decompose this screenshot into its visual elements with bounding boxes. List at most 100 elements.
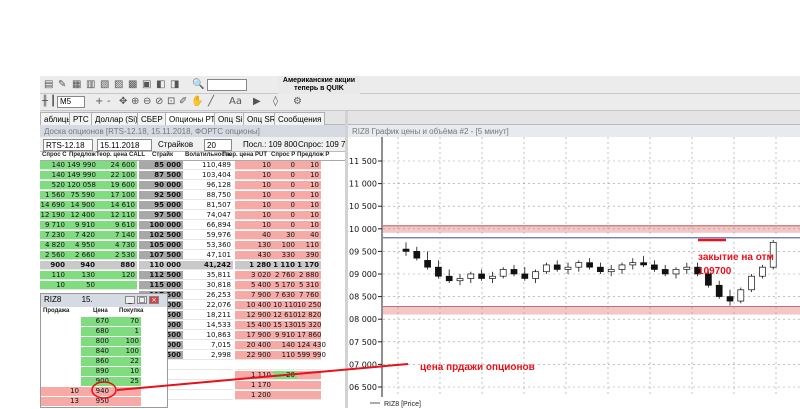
search-input[interactable] (207, 79, 247, 91)
tab-rts[interactable]: РТС (69, 112, 93, 125)
cell-buy[interactable]: 1 (111, 327, 141, 336)
cell-ct[interactable]: 22 100 (97, 171, 137, 180)
cell-price[interactable]: 680 (81, 327, 111, 336)
cell-pt[interactable]: 10 (235, 211, 273, 220)
cell-pa[interactable]: 110 (297, 241, 321, 250)
toolbar-icon[interactable]: ◨ (170, 78, 179, 92)
table-row[interactable]: 1 560 75 590 17 100 92 500 88,750 10 0 10 (40, 191, 345, 201)
cell-pa[interactable]: 10 250 (297, 301, 322, 310)
cell-k[interactable]: 107 500 (139, 251, 183, 260)
cell-buy[interactable] (111, 397, 141, 406)
cell-k[interactable]: 97 500 (139, 211, 183, 220)
cell-v[interactable] (183, 381, 233, 390)
search-icon[interactable]: 🔍 (192, 78, 204, 92)
cell-v[interactable]: 7,015 (183, 341, 233, 350)
cell-pb[interactable]: 10 110 (273, 301, 298, 310)
cell-buy[interactable]: 22 (111, 357, 141, 366)
toolbar-icon[interactable]: ▥ (86, 78, 95, 92)
interval-select[interactable]: M5 (57, 96, 85, 108)
cell-buy[interactable]: 100 (111, 347, 141, 356)
cell-v[interactable]: 35,811 (183, 271, 233, 280)
cell-k[interactable]: 102 500 (139, 231, 183, 240)
cell-pa[interactable]: 10 (297, 201, 321, 210)
cell-pb[interactable] (273, 381, 297, 390)
cell-ca[interactable]: 50 (67, 281, 97, 290)
cell-v[interactable]: 66,894 (183, 221, 233, 230)
cell-pb[interactable]: 0 (273, 161, 297, 170)
cell-pb[interactable] (273, 361, 297, 370)
cell-pa[interactable]: 10 (297, 191, 321, 200)
list-item[interactable]: 670 70 (41, 317, 167, 327)
cell-price[interactable]: 800 (81, 337, 111, 346)
cell-pt[interactable]: 1 170 (235, 381, 273, 390)
cell-pa[interactable]: 10 (297, 171, 321, 180)
table-row[interactable]: 2 560 2 660 2 530 107 500 47,101 430 330 390 (40, 251, 345, 261)
cell-v[interactable] (183, 371, 233, 380)
minus-icon[interactable]: - (107, 95, 111, 109)
pencil-icon[interactable]: ✐ (179, 95, 187, 109)
cell-pb[interactable]: 5 170 (273, 281, 297, 290)
cell-price[interactable]: 900 (81, 377, 111, 386)
cell-v[interactable]: 81,507 (183, 201, 233, 210)
cell-v[interactable]: 59,976 (183, 231, 233, 240)
table-row[interactable]: 140 149 990 22 100 87 500 103,404 10 0 10 (40, 171, 345, 181)
cell-ct[interactable]: 19 600 (97, 181, 137, 190)
chart-window-title[interactable]: RIZ8 График цены и объёма #2 - [5 минут] (348, 125, 800, 137)
instrument-select[interactable]: RTS-12.18 (43, 139, 93, 151)
cell-ct[interactable]: 880 (97, 261, 137, 270)
cell-pb[interactable]: 7 630 (273, 291, 297, 300)
cell-pb[interactable]: 110 (273, 351, 297, 360)
cell-k[interactable]: 92 500 (139, 191, 183, 200)
cell-k[interactable]: 105 000 (139, 241, 183, 250)
cell-price[interactable]: 950 (81, 397, 111, 406)
cell-pb[interactable]: 330 (273, 251, 297, 260)
cell-sell[interactable] (41, 337, 81, 346)
cell-ca[interactable]: 12 400 (67, 211, 97, 220)
order-book-title[interactable]: RIZ8 15. _ □ × (41, 294, 167, 307)
cell-pb[interactable]: 0 (273, 171, 297, 180)
cell-pt[interactable]: 1 110 (235, 371, 273, 380)
cell-pb[interactable] (273, 391, 297, 400)
cell-pa[interactable]: 5 310 (297, 281, 321, 290)
tab-opts-si[interactable]: Опц Si (214, 112, 247, 125)
list-item[interactable]: 13 950 (41, 397, 167, 407)
cell-v[interactable]: 110,489 (183, 161, 233, 170)
cell-ca[interactable]: 149 990 (67, 161, 97, 170)
scale-icon[interactable]: ⊘ (155, 95, 163, 109)
cell-pa[interactable]: 10 (297, 211, 321, 220)
line-tool-icon[interactable]: ╱ (208, 95, 214, 109)
list-item[interactable]: 890 10 (41, 367, 167, 377)
eraser-icon[interactable]: ◊ (273, 95, 278, 109)
cell-v[interactable]: 96,128 (183, 181, 233, 190)
cell-buy[interactable]: 10 (111, 367, 141, 376)
cell-pt[interactable]: 10 (235, 181, 273, 190)
cell-pt[interactable]: 10 (235, 201, 273, 210)
cell-pb[interactable]: 20 (273, 371, 297, 380)
list-item[interactable]: 680 1 (41, 327, 167, 337)
cell-buy[interactable]: 70 (111, 317, 141, 326)
cell-buy[interactable]: 100 (111, 337, 141, 346)
toolbar-icon[interactable]: ▤ (44, 78, 53, 92)
list-item[interactable]: 840 100 (41, 347, 167, 357)
cell-ca[interactable]: 9 910 (67, 221, 97, 230)
cell-cb[interactable]: 520 (40, 181, 67, 190)
cell-v[interactable]: 103,404 (183, 171, 233, 180)
cell-pa[interactable] (297, 371, 321, 380)
cell-pa[interactable] (297, 391, 321, 400)
cell-pb[interactable]: 0 (273, 181, 297, 190)
cell-pt[interactable]: 430 (235, 251, 273, 260)
cell-ca[interactable]: 120 058 (67, 181, 97, 190)
cell-pt[interactable]: 10 400 (235, 301, 273, 310)
table-row[interactable]: 110 130 120 112 500 35,811 3 020 2 760 2 880 (40, 271, 345, 281)
maximize-icon[interactable]: □ (137, 296, 147, 304)
table-row[interactable]: 520 120 058 19 600 90 000 96,128 10 0 10 (40, 181, 345, 191)
cell-ct[interactable] (97, 281, 137, 290)
cell-sell[interactable]: 13 (41, 397, 81, 406)
cell-pb[interactable]: 2 760 (273, 271, 297, 280)
table-row[interactable]: 14 690 14 900 14 610 95 000 81,507 10 0 10 (40, 201, 345, 211)
cell-pt[interactable]: 10 (235, 161, 273, 170)
cell-ca[interactable]: 4 950 (67, 241, 97, 250)
cell-v[interactable]: 26,253 (183, 291, 233, 300)
cell-pb[interactable]: 0 (273, 221, 297, 230)
zoom-in-icon[interactable]: ⊕ (131, 95, 139, 109)
